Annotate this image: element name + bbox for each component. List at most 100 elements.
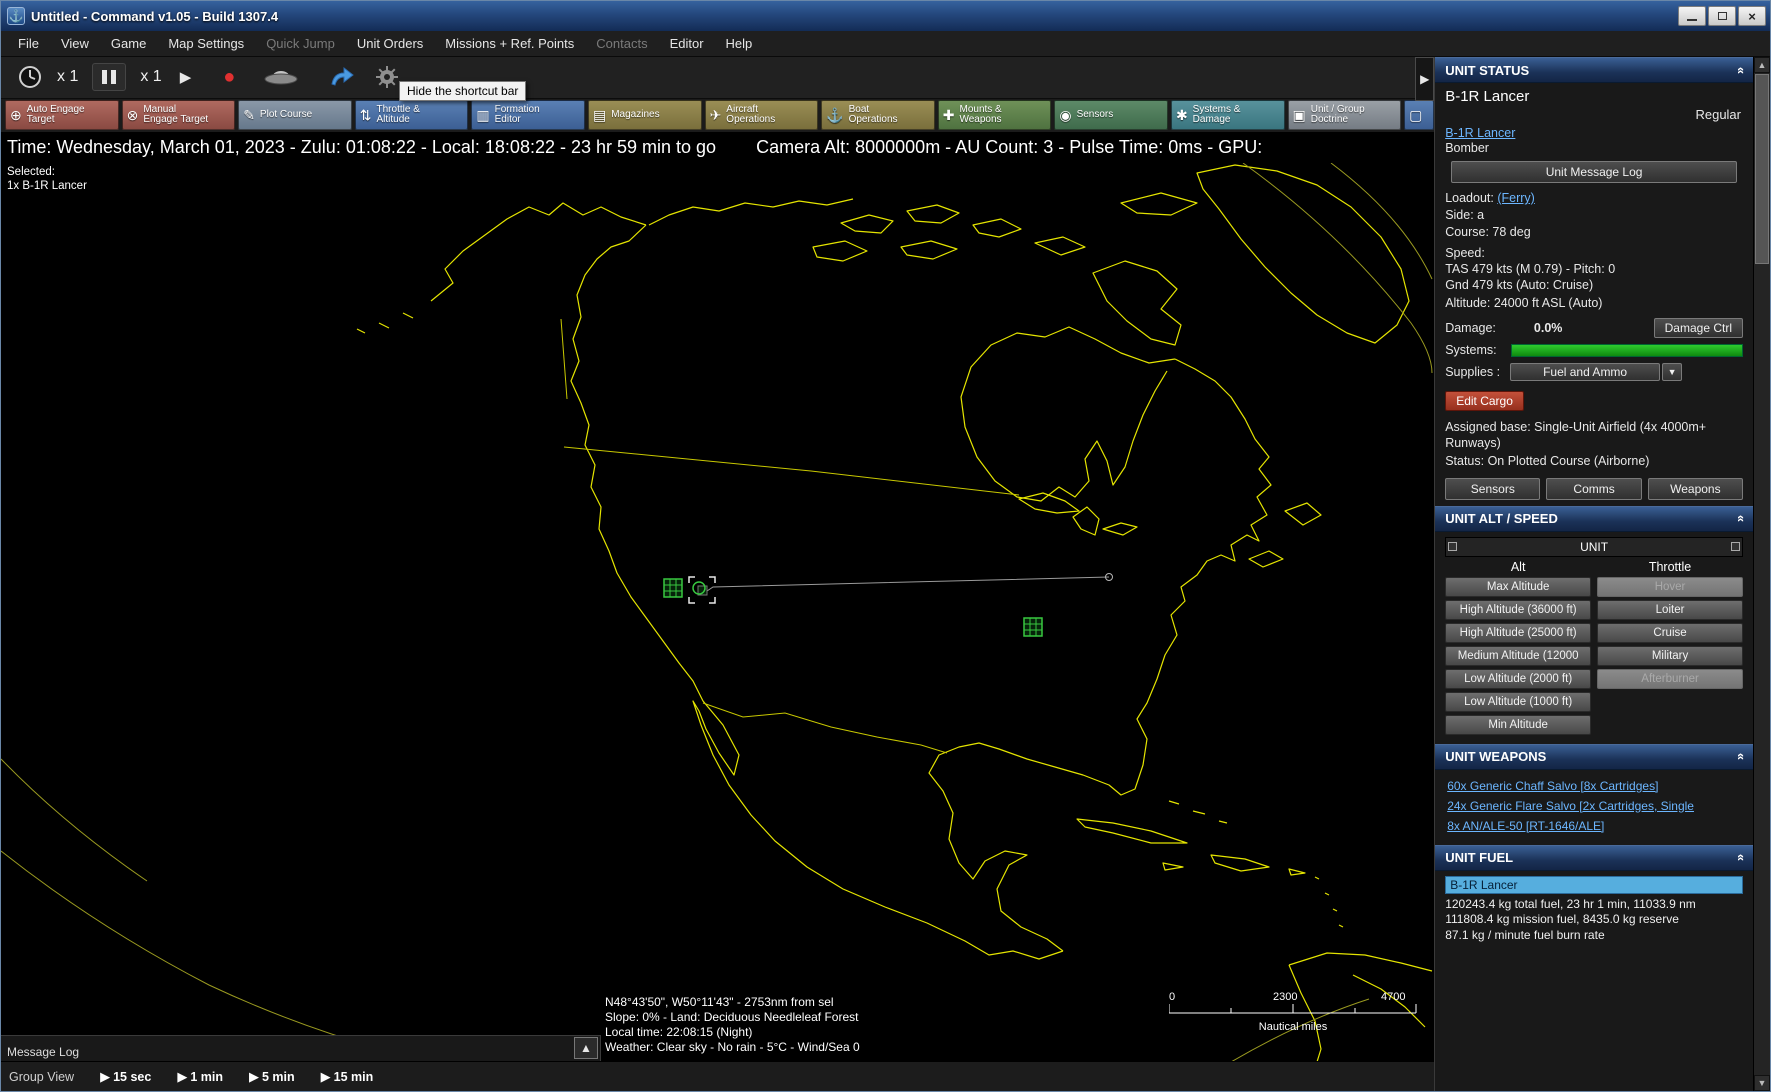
high-altitude-36000-button[interactable]: High Altitude (36000 ft)	[1445, 599, 1592, 620]
menu-view[interactable]: View	[50, 32, 100, 55]
unit-alt-speed-header[interactable]: UNIT ALT / SPEED «	[1435, 505, 1753, 532]
scroll-up-button[interactable]: ▲	[1754, 57, 1770, 73]
supplies-dropdown-button[interactable]: ▼	[1662, 363, 1683, 381]
time-step-15min-button[interactable]: ▶ 15 min	[321, 1069, 374, 1085]
menu-game[interactable]: Game	[100, 32, 157, 55]
selected-unit-overlay: Selected: 1x B-1R Lancer	[7, 165, 87, 193]
menu-file[interactable]: File	[7, 32, 50, 55]
magazines-icon: ▤	[592, 106, 607, 123]
unit-scroll-left[interactable]	[1448, 542, 1458, 551]
weapon-link-flare[interactable]: 24x Generic Flare Salvo [2x Cartridges, …	[1447, 799, 1743, 813]
close-icon: ×	[1748, 8, 1756, 24]
comms-button[interactable]: Comms	[1546, 477, 1642, 500]
message-log-bar[interactable]: Message Log ▲	[1, 1035, 601, 1062]
pause-button[interactable]	[92, 63, 127, 92]
formation-editor-icon: ▥	[476, 106, 490, 123]
collapse-sidebar-button[interactable]: ▶	[1415, 57, 1435, 101]
unit-group-doctrine-icon: ▣	[1292, 106, 1306, 123]
sensors-button[interactable]: Sensors	[1445, 477, 1541, 500]
saucer-icon	[264, 71, 298, 85]
fuel-total-line: 120243.4 kg total fuel, 23 hr 1 min, 110…	[1445, 896, 1696, 911]
scale-ticks-ruler	[1168, 1003, 1417, 1014]
time-step-1min-button[interactable]: ▶ 1 min	[177, 1069, 223, 1085]
shortcut-magazines[interactable]: ▤ Magazines	[587, 100, 702, 131]
unit-fuel-header[interactable]: UNIT FUEL «	[1435, 844, 1753, 871]
shortcut-unit-group-doctrine[interactable]: ▣ Unit / Group Doctrine	[1287, 100, 1402, 131]
map-scale-bar: 0 2300 4700 Nautical miles	[1168, 991, 1417, 1033]
high-altitude-25000-button[interactable]: High Altitude (25000 ft)	[1445, 622, 1592, 643]
throttle-loiter-button[interactable]: Loiter	[1597, 599, 1743, 620]
speed-tas: TAS 479 kts (M 0.79) - Pitch: 0	[1445, 262, 1616, 276]
sidebar-scrollbar[interactable]: ▲ ▼	[1753, 57, 1770, 1091]
chevron-down-icon: ▼	[1667, 367, 1677, 377]
time-step-15sec-button[interactable]: ▶ 15 sec	[100, 1069, 151, 1085]
menu-map-settings[interactable]: Map Settings	[157, 32, 255, 55]
shortcut-manual-engage-target[interactable]: ⊗ Manual Engage Target	[121, 100, 236, 131]
menu-editor[interactable]: Editor	[659, 32, 715, 55]
throttle-cruise-button[interactable]: Cruise	[1597, 622, 1743, 643]
edit-cargo-button[interactable]: Edit Cargo	[1445, 391, 1524, 411]
unit-db-link[interactable]: B-1R Lancer	[1445, 126, 1515, 140]
time-compression-display-2: x 1	[140, 68, 162, 86]
low-altitude-2000-button[interactable]: Low Altitude (2000 ft)	[1445, 668, 1592, 689]
shortcut-auto-engage-target[interactable]: ⊕ Auto Engage Target	[5, 100, 119, 131]
throttle-military-button[interactable]: Military	[1597, 645, 1743, 666]
speed-gnd: Gnd 479 kts (Auto: Cruise)	[1445, 278, 1594, 292]
unit-weapons-header[interactable]: UNIT WEAPONS «	[1435, 743, 1753, 770]
unit-message-log-button[interactable]: Unit Message Log	[1451, 161, 1738, 183]
shortcut-throttle-altitude[interactable]: ⇅ Throttle & Altitude	[354, 100, 469, 131]
min-altitude-button[interactable]: Min Altitude	[1445, 714, 1592, 735]
assigned-base-label: Assigned base: Single-Unit Airfield (4x …	[1445, 420, 1707, 450]
record-button[interactable]: ●	[223, 67, 235, 87]
supplies-label: Supplies :	[1445, 365, 1501, 379]
medium-altitude-button[interactable]: Medium Altitude (12000	[1445, 645, 1592, 666]
shortcut-cropped-button[interactable]: ▢	[1404, 100, 1435, 131]
loadout-link[interactable]: (Ferry)	[1497, 191, 1535, 205]
throttle-altitude-icon: ⇅	[359, 106, 372, 123]
weapon-link-ale50[interactable]: 8x AN/ALE-50 [RT-1646/ALE]	[1447, 819, 1743, 833]
saucer-button[interactable]	[263, 68, 299, 86]
shortcut-formation-editor[interactable]: ▥ Formation Editor	[471, 100, 585, 131]
fuel-selected-unit[interactable]: B-1R Lancer	[1445, 875, 1743, 894]
run-button[interactable]: ▶	[176, 68, 192, 86]
shortcut-mounts-weapons[interactable]: ✚ Mounts & Weapons	[937, 100, 1052, 131]
settings-gear-button[interactable]	[375, 65, 399, 89]
menu-unit-orders[interactable]: Unit Orders	[346, 32, 434, 55]
close-button[interactable]: ×	[1738, 6, 1766, 26]
weapons-button[interactable]: Weapons	[1647, 477, 1743, 500]
maximize-button[interactable]	[1708, 6, 1736, 26]
cursor-info-overlay: N48°43'50", W50°11'43" - 2753nm from sel…	[605, 995, 860, 1055]
selected-unit-name: 1x B-1R Lancer	[7, 179, 87, 192]
max-altitude-button[interactable]: Max Altitude	[1445, 576, 1592, 597]
time-step-5min-button[interactable]: ▶ 5 min	[249, 1069, 295, 1085]
menu-missions-ref-points[interactable]: Missions + Ref. Points	[434, 32, 585, 55]
shortcut-sensors[interactable]: ◉ Sensors	[1054, 100, 1168, 131]
shortcut-aircraft-operations[interactable]: ✈ Aircraft Operations	[704, 100, 819, 131]
weapon-link-chaff[interactable]: 60x Generic Chaff Salvo [8x Cartridges]	[1447, 779, 1743, 793]
local-time-info: Local time: 22:08:15 (Night)	[605, 1024, 753, 1039]
unit-marker-airfield-2	[1023, 617, 1043, 637]
unit-status-header[interactable]: UNIT STATUS «	[1435, 57, 1753, 83]
shortcut-systems-damage[interactable]: ✱ Systems & Damage	[1170, 100, 1285, 131]
map-canvas[interactable]	[1, 162, 1434, 1062]
minimize-button[interactable]	[1678, 6, 1706, 26]
boat-operations-icon: ⚓	[826, 106, 844, 123]
step-arrow-icon: ▶	[177, 1068, 188, 1084]
shortcut-boat-operations[interactable]: ⚓ Boat Operations	[821, 100, 935, 131]
unit-tab-label: UNIT	[1580, 539, 1609, 554]
unit-scroll-right[interactable]	[1731, 542, 1740, 551]
message-log-expand-button[interactable]: ▲	[574, 1037, 598, 1060]
hide-shortcut-bar-button[interactable]	[329, 66, 355, 88]
supplies-select[interactable]: Fuel and Ammo	[1510, 363, 1661, 381]
shortcut-plot-course[interactable]: ✎ Plot Course	[238, 100, 352, 131]
arrow-down-icon: ▼	[1757, 1078, 1767, 1088]
map-viewport[interactable]: Selected: 1x B-1R Lancer N48°43'50", W50…	[1, 162, 1435, 1062]
scroll-down-button[interactable]: ▼	[1754, 1075, 1770, 1091]
low-altitude-1000-button[interactable]: Low Altitude (1000 ft)	[1445, 691, 1592, 712]
damage-ctrl-button[interactable]: Damage Ctrl	[1653, 318, 1743, 338]
window-icon: ▢	[1409, 106, 1423, 123]
scrollbar-thumb[interactable]	[1755, 74, 1769, 264]
fuel-mission-line: 111808.4 kg mission fuel, 8435.0 kg rese…	[1445, 912, 1679, 926]
app-window: ⚓ Untitled - Command v1.05 - Build 1307.…	[0, 0, 1771, 1092]
menu-help[interactable]: Help	[715, 32, 764, 55]
